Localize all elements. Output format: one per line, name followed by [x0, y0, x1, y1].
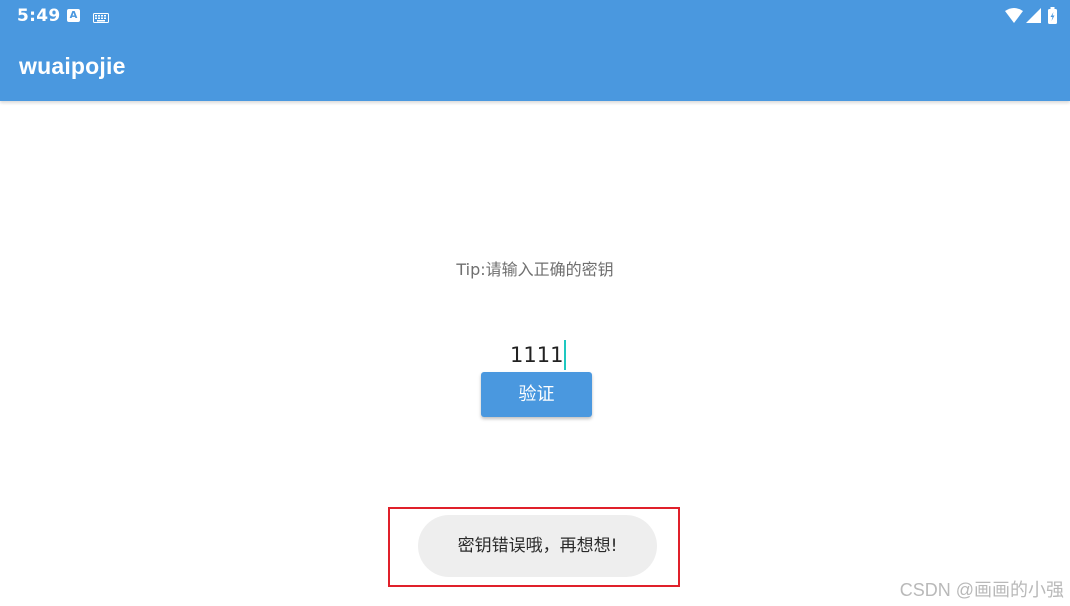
keyboard-icon: [93, 9, 109, 28]
tip-label: Tip:请输入正确的密钥: [456, 260, 614, 279]
status-bar: 5:49 A: [0, 0, 1070, 32]
battery-icon: [1048, 7, 1057, 24]
app-title: wuaipojie: [19, 53, 126, 79]
key-input[interactable]: 1111: [510, 340, 570, 370]
system-icons: [1004, 6, 1060, 26]
signal-icon: [1026, 8, 1041, 23]
wifi-icon: [1005, 8, 1023, 23]
a-notification-icon: A: [67, 9, 80, 22]
app-screen: 5:49 A wuaipojie Tip:请输入正确的密钥 1111 验证 密钥…: [0, 0, 1070, 606]
app-bar: 5:49 A wuaipojie: [0, 0, 1070, 101]
toast-highlight-box: [388, 507, 680, 587]
key-input-value: 1111: [510, 343, 564, 367]
text-cursor: [564, 340, 567, 370]
verify-button[interactable]: 验证: [481, 372, 592, 417]
status-time: 5:49: [17, 6, 61, 26]
watermark: CSDN @画画的小强: [899, 580, 1064, 600]
